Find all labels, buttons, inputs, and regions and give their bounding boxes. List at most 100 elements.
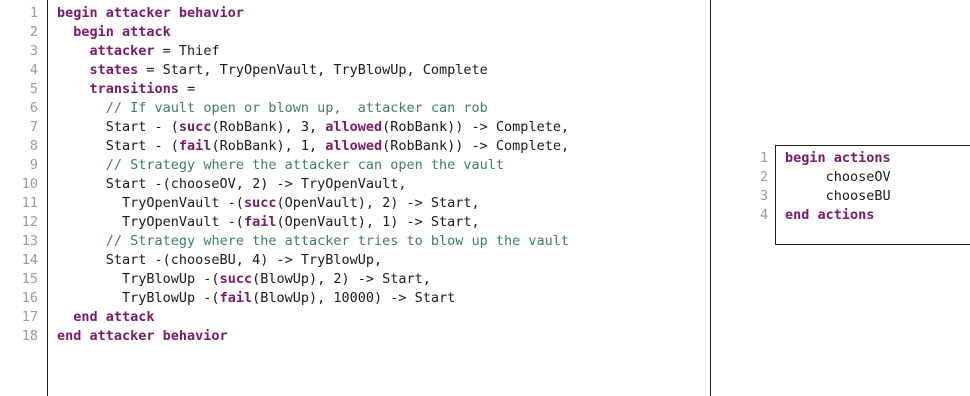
comment: // If vault open or blown up, attacker c… [105, 100, 488, 116]
code-line: begin actions [785, 149, 891, 168]
code-text: (OpenVault), 1) -> Start, [276, 214, 480, 230]
code-line: end actions [785, 206, 891, 225]
line-numbers: 1 2 3 4 [760, 149, 768, 225]
keyword: end attack [73, 309, 155, 325]
keyword: succ [219, 271, 253, 287]
line-number: 10 [21, 176, 38, 192]
code-line: chooseBU [785, 187, 891, 206]
line-number: 4 [29, 62, 38, 78]
code-line: Start -(chooseOV, 2) -> TryOpenVault, [57, 175, 569, 194]
code-line: begin attack [57, 23, 569, 42]
line-number: 1 [29, 5, 38, 21]
code-line: chooseOV [785, 168, 891, 187]
line-number: 14 [21, 252, 38, 268]
line-number: 3 [29, 43, 38, 59]
left-gutter-rule [775, 145, 776, 245]
code-line: TryBlowUp -(succ(BlowUp), 2) -> Start, [57, 270, 569, 289]
code-line: states = Start, TryOpenVault, TryBlowUp,… [57, 61, 569, 80]
keyword: succ [243, 195, 277, 211]
code-line: // Strategy where the attacker can open … [57, 156, 569, 175]
code-text: (RobBank)) -> Complete, [382, 119, 570, 135]
code-line: Start - (fail(RobBank), 1, allowed(RobBa… [57, 137, 569, 156]
code-line: attacker = Thief [57, 42, 569, 61]
code-text: (RobBank), 1, [211, 138, 326, 154]
code-text: TryBlowUp -( [57, 271, 220, 287]
code-text: (OpenVault), 2) -> Start, [276, 195, 480, 211]
left-gutter-rule [47, 0, 48, 396]
keyword: allowed [325, 119, 383, 135]
code-text: chooseBU [785, 188, 891, 204]
code-text: (BlowUp), 2) -> Start, [252, 271, 431, 287]
line-number: 5 [29, 81, 38, 97]
line-numbers: 1 2 3 4 5 6 7 8 9 10 11 12 13 14 15 16 17 18 [0, 4, 38, 346]
line-number: 11 [21, 195, 38, 211]
code-block: begin attacker behavior begin attack att… [57, 4, 569, 346]
line-number: 9 [29, 157, 38, 173]
line-number: 4 [760, 207, 769, 223]
code-text: = Start, TryOpenVault, TryBlowUp, Comple… [138, 62, 488, 78]
code-line: TryBlowUp -(fail(BlowUp), 10000) -> Star… [57, 289, 569, 308]
keyword: fail [219, 290, 253, 306]
keyword: end attacker behavior [57, 328, 228, 344]
line-number: 15 [21, 271, 38, 287]
line-number: 16 [21, 290, 38, 306]
code-line: transitions = [57, 80, 569, 99]
attacker-behavior-listing: 1 2 3 4 5 6 7 8 9 10 11 12 13 14 15 16 17 18 begin attack… [0, 0, 712, 396]
code-text: = [178, 81, 196, 97]
code-text: chooseOV [785, 169, 891, 185]
comment: // Strategy where the attacker can open … [105, 157, 505, 173]
line-number: 7 [29, 119, 38, 135]
keyword: begin attack [73, 24, 171, 40]
keyword: states [89, 62, 139, 78]
keyword: allowed [325, 138, 383, 154]
line-number: 13 [21, 233, 38, 249]
code-text: Start - ( [57, 138, 179, 154]
code-text: (BlowUp), 10000) -> Start [252, 290, 456, 306]
keyword: succ [178, 119, 212, 135]
keyword: fail [178, 138, 212, 154]
code-text: TryBlowUp -( [57, 290, 220, 306]
code-text: = Thief [154, 43, 220, 59]
line-number: 8 [29, 138, 38, 154]
code-block: begin actions chooseOV chooseBU end actio… [785, 149, 891, 225]
code-line: TryOpenVault -(succ(OpenVault), 2) -> St… [57, 194, 569, 213]
keyword: end actions [785, 207, 875, 223]
code-line: begin attacker behavior [57, 4, 569, 23]
code-line: end attack [57, 308, 569, 327]
code-text: Start -(chooseBU, 4) -> TryBlowUp, [57, 252, 383, 268]
line-number: 2 [29, 24, 38, 40]
code-text: (RobBank), 3, [211, 119, 326, 135]
code-line: // Strategy where the attacker tries to … [57, 232, 569, 251]
code-line: Start - (succ(RobBank), 3, allowed(RobBa… [57, 118, 569, 137]
line-number: 18 [21, 328, 38, 344]
line-number: 12 [21, 214, 38, 230]
code-line: // If vault open or blown up, attacker c… [57, 99, 569, 118]
code-line: end attacker behavior [57, 327, 569, 346]
comment: // Strategy where the attacker tries to … [105, 233, 570, 249]
keyword: attacker [89, 43, 155, 59]
line-number: 6 [29, 100, 38, 116]
code-line: TryOpenVault -(fail(OpenVault), 1) -> St… [57, 213, 569, 232]
keyword: begin attacker behavior [57, 5, 244, 21]
keyword: fail [243, 214, 277, 230]
code-text: Start -(chooseOV, 2) -> TryOpenVault, [57, 176, 407, 192]
keyword: transitions [89, 81, 179, 97]
code-text: Start - ( [57, 119, 179, 135]
line-number: 2 [760, 169, 769, 185]
line-number: 17 [21, 309, 38, 325]
right-border-rule [710, 0, 711, 396]
code-line: Start -(chooseBU, 4) -> TryBlowUp, [57, 251, 569, 270]
top-border-rule [775, 145, 970, 146]
code-text: TryOpenVault -( [57, 195, 244, 211]
bottom-border-rule [775, 244, 970, 245]
code-text: (RobBank)) -> Complete, [382, 138, 570, 154]
actions-listing: 1 2 3 4 begin actions chooseOV chooseBU end … [760, 145, 970, 245]
line-number: 1 [760, 150, 769, 166]
